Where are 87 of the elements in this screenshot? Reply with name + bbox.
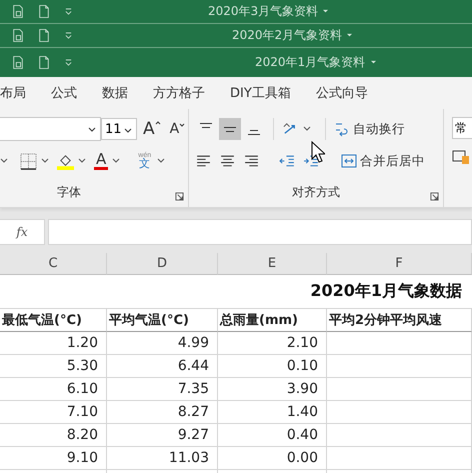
table-format-icon[interactable]	[452, 149, 470, 165]
align-button[interactable]	[219, 118, 242, 140]
merge-center-button[interactable]: 合并后居中	[339, 152, 428, 170]
font-name-field[interactable]	[0, 117, 101, 141]
number-format-field[interactable]: 常	[452, 117, 472, 139]
font-size-field[interactable]: 11	[101, 118, 137, 140]
caret-icon[interactable]	[0, 158, 8, 164]
customize-icon[interactable]	[64, 8, 73, 15]
new-file-icon[interactable]	[38, 4, 50, 19]
dropdown-icon[interactable]	[88, 127, 96, 133]
table-cell: 8.20	[0, 424, 107, 447]
align-lines-icon	[248, 130, 260, 135]
table-cell: 5.30	[0, 355, 107, 378]
align-center-icon[interactable]	[219, 152, 236, 170]
table-cell: 7.10	[0, 401, 107, 424]
caret-icon[interactable]	[303, 126, 312, 132]
align-lines-icon	[224, 126, 236, 132]
header-cell: 平均气温(°C)	[107, 309, 218, 332]
caret-icon[interactable]	[370, 60, 377, 65]
table-cell: 0.00	[218, 447, 327, 470]
new-file-icon[interactable]	[38, 28, 50, 43]
sheet-title: 2020年1月气象数据	[310, 281, 462, 302]
column-header[interactable]: D	[107, 253, 218, 275]
table-cell: 8.27	[107, 401, 218, 424]
table-cell: 7.35	[107, 378, 218, 401]
print-preview-icon[interactable]	[12, 4, 24, 19]
table-cell: 1.20	[0, 332, 107, 355]
ribbon-tab[interactable]: 公式向导	[306, 77, 378, 109]
table-cell: 6.10	[0, 378, 107, 401]
caret-down-icon	[179, 123, 186, 127]
align-lines-icon	[200, 123, 212, 128]
wrap-text-button[interactable]: 自动换行	[332, 120, 408, 138]
merge-cells-icon	[341, 153, 358, 169]
column-header[interactable]: F	[327, 253, 472, 275]
font-color-button[interactable]: A	[94, 152, 108, 170]
table-cell: 9.27	[107, 424, 218, 447]
shrink-font-button[interactable]: A	[166, 121, 188, 137]
group-label: 对齐方式	[292, 184, 340, 201]
header-cell: 最低气温(°C)	[0, 309, 107, 332]
caret-up-icon	[154, 121, 161, 125]
customize-icon[interactable]	[64, 32, 73, 39]
table-cell: 11.03	[107, 447, 218, 470]
mouse-cursor-icon	[311, 141, 325, 163]
new-file-icon[interactable]	[38, 55, 50, 70]
header-cell: 平均2分钟平均风速	[327, 309, 472, 332]
window-title: 2020年2月气象资料	[232, 27, 342, 44]
table-cell: 6.44	[107, 355, 218, 378]
borders-icon[interactable]	[20, 152, 37, 170]
align-left-icon[interactable]	[195, 152, 212, 170]
table-cell: 4.99	[107, 332, 218, 355]
header-cell: 总雨量(mm)	[218, 309, 327, 332]
caret-icon[interactable]	[78, 158, 86, 164]
window-title: 2020年1月气象资料	[255, 54, 366, 71]
caret-icon[interactable]	[112, 158, 120, 164]
ribbon-tab[interactable]: 方方格子	[143, 77, 215, 109]
customize-icon[interactable]	[64, 59, 73, 66]
insert-function-button[interactable]: fx	[0, 219, 45, 245]
wrap-arrow-icon	[334, 121, 350, 137]
table-cell: 0.10	[218, 355, 327, 378]
group-label: 字体	[57, 184, 82, 201]
table-cell: 0.40	[218, 424, 327, 447]
align-right-icon[interactable]	[243, 152, 260, 170]
caret-icon[interactable]	[157, 158, 166, 164]
table-cell: 3.90	[218, 378, 327, 401]
table-cell: 1.40	[218, 401, 327, 424]
caret-icon[interactable]	[41, 158, 49, 164]
dialog-launcher-icon[interactable]	[430, 192, 440, 201]
column-header[interactable]: C	[0, 253, 107, 275]
table-cell: 2.10	[218, 332, 327, 355]
grow-font-button[interactable]: A	[140, 119, 164, 139]
dropdown-icon[interactable]	[124, 128, 132, 134]
table-cell: 9.10	[0, 447, 107, 470]
column-header[interactable]: E	[218, 253, 327, 275]
dialog-launcher-icon[interactable]	[175, 192, 184, 201]
ribbon-tab[interactable]: 数据	[92, 77, 138, 109]
ribbon-tab[interactable]: 布局	[0, 77, 36, 109]
caret-icon[interactable]	[346, 33, 353, 38]
print-preview-icon[interactable]	[12, 55, 24, 70]
formula-input[interactable]	[48, 219, 472, 245]
ribbon-tab[interactable]: 公式	[41, 77, 87, 109]
caret-icon[interactable]	[322, 9, 329, 14]
print-preview-icon[interactable]	[12, 28, 24, 43]
window-title: 2020年3月气象资料	[208, 3, 318, 20]
increase-indent-icon[interactable]	[303, 152, 320, 170]
fill-color-icon[interactable]	[57, 152, 74, 170]
ribbon-tab[interactable]: DIY工具箱	[220, 77, 301, 109]
decrease-indent-icon[interactable]	[279, 152, 296, 170]
